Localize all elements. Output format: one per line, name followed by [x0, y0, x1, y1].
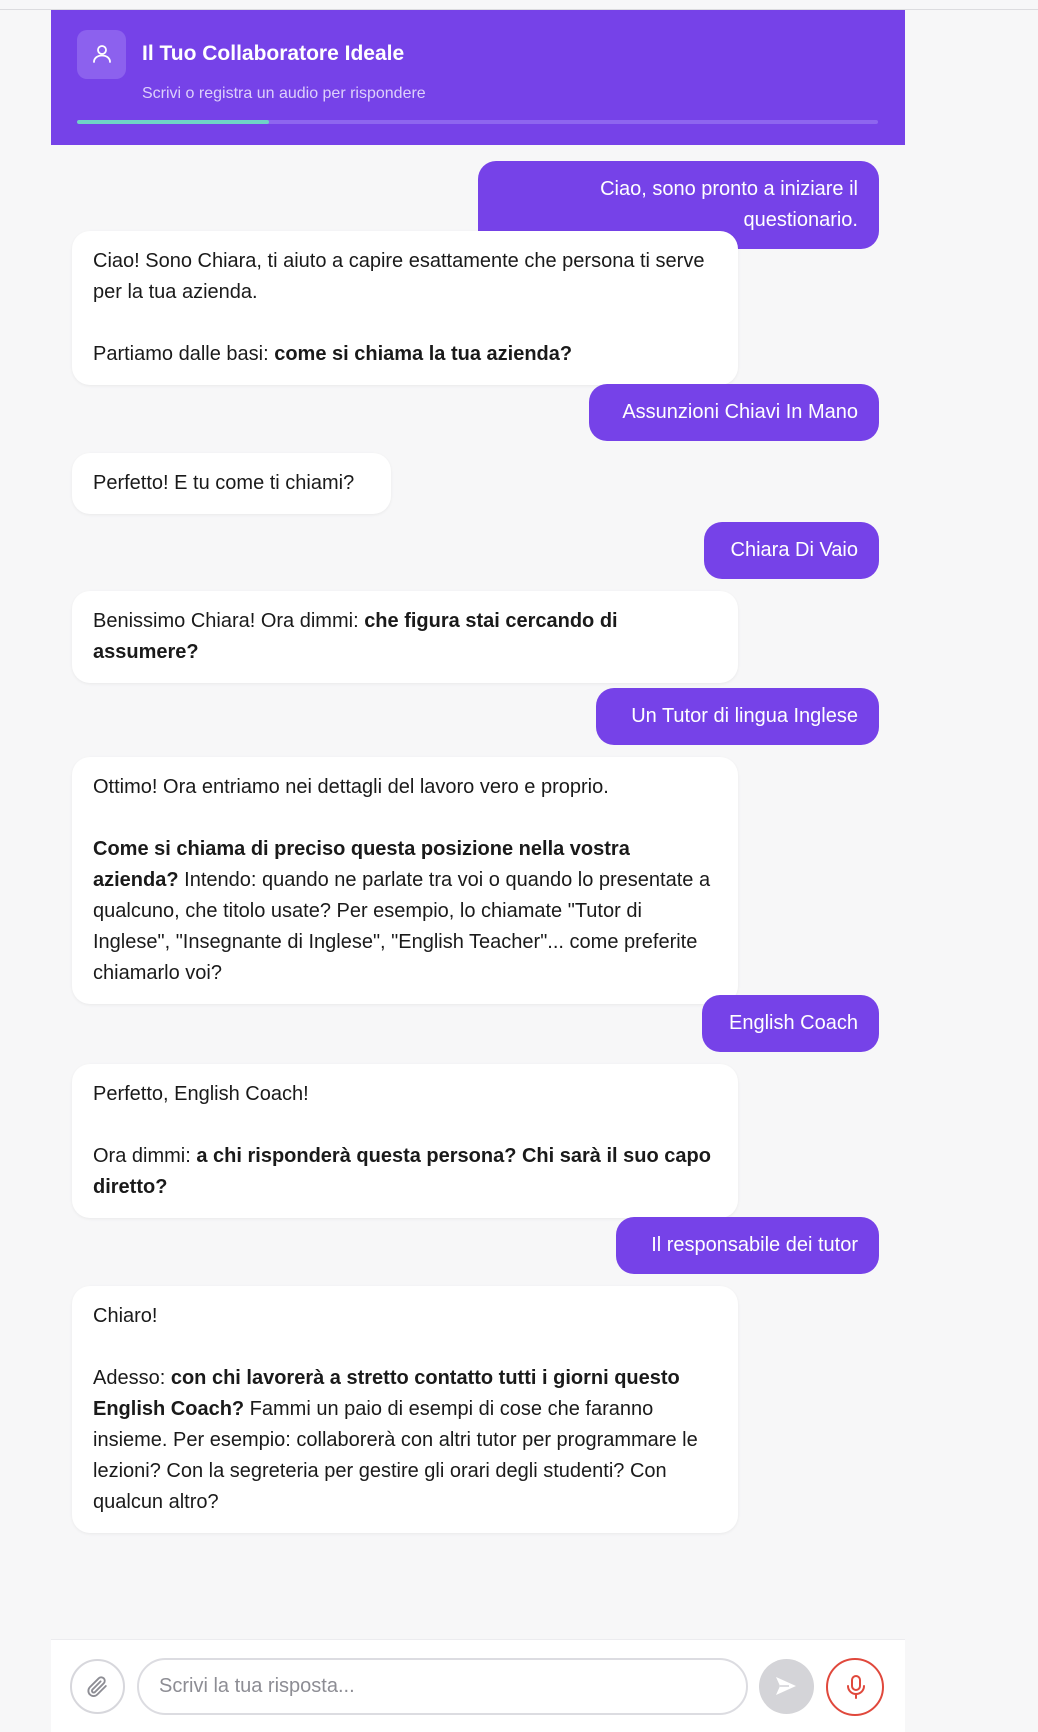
assistant-message: Perfetto, English Coach! Ora dimmi: a ch…: [72, 1064, 738, 1218]
user-message: Chiara Di Vaio: [704, 522, 879, 579]
message-composer: [51, 1639, 905, 1732]
assistant-message: Chiaro! Adesso: con chi lavorerà a stret…: [72, 1286, 738, 1533]
progress-bar-fill: [77, 120, 270, 124]
record-audio-button[interactable]: [826, 1658, 884, 1716]
chat-subtitle: Scrivi o registra un audio per risponder…: [142, 85, 426, 102]
chat-header: Il Tuo Collaboratore Ideale Scrivi o reg…: [51, 10, 905, 145]
assistant-message: Ciao! Sono Chiara, ti aiuto a capire esa…: [72, 231, 738, 385]
microphone-icon: [847, 1675, 865, 1699]
send-icon: [776, 1677, 796, 1695]
chat-title: Il Tuo Collaboratore Ideale: [142, 42, 405, 65]
user-message: Assunzioni Chiavi In Mano: [589, 384, 879, 441]
chat-app: Il Tuo Collaboratore Ideale Scrivi o reg…: [51, 10, 905, 1732]
user-message: Un Tutor di lingua Inglese: [596, 688, 879, 745]
message-text: Ottimo! Ora entriamo nei dettagli del la…: [93, 776, 609, 798]
message-text: Il responsabile dei tutor: [651, 1234, 858, 1256]
message-text: Assunzioni Chiavi In Mano: [622, 401, 858, 423]
message-text: Chiara Di Vaio: [730, 539, 858, 561]
message-text: Intendo: quando ne parlate tra voi o qua…: [93, 869, 711, 984]
message-text: Ciao, sono pronto a iniziare il question…: [600, 178, 858, 231]
progress-bar: [77, 120, 878, 124]
user-message: Il responsabile dei tutor: [616, 1217, 879, 1274]
send-button[interactable]: [759, 1659, 814, 1714]
user-message: English Coach: [702, 995, 879, 1052]
message-text: Benissimo Chiara! Ora dimmi:: [93, 610, 365, 632]
message-input-wrapper: [137, 1658, 748, 1715]
message-text-bold: come si chiama la tua azienda?: [274, 343, 573, 365]
message-text: Perfetto! E tu come ti chiami?: [93, 472, 355, 494]
assistant-message: Ottimo! Ora entriamo nei dettagli del la…: [72, 757, 738, 1004]
attach-button[interactable]: [70, 1659, 125, 1714]
message-text: Un Tutor di lingua Inglese: [631, 705, 858, 727]
message-text: Chiaro! Adesso:: [93, 1305, 166, 1389]
message-input[interactable]: [159, 1660, 729, 1713]
paperclip-icon: [87, 1676, 107, 1697]
assistant-avatar: [77, 30, 126, 79]
assistant-message: Perfetto! E tu come ti chiami?: [72, 453, 391, 514]
user-icon: [93, 45, 111, 63]
assistant-message: Benissimo Chiara! Ora dimmi: che figura …: [72, 591, 738, 683]
message-text: English Coach: [729, 1012, 858, 1034]
message-list[interactable]: Ciao, sono pronto a iniziare il question…: [51, 145, 905, 1649]
